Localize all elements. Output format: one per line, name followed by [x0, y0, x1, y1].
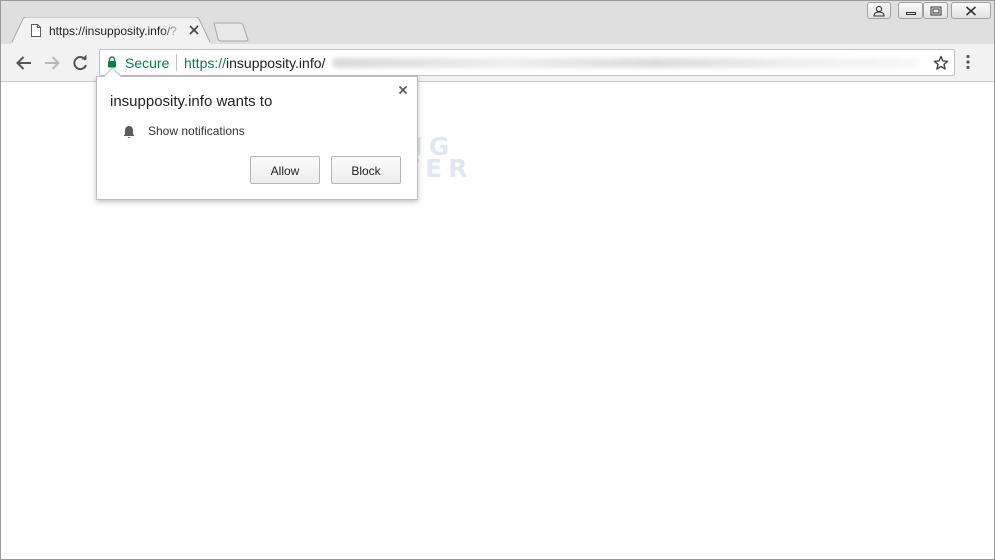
tab-close-icon[interactable] — [188, 24, 200, 36]
block-button[interactable]: Block — [331, 156, 401, 184]
close-icon — [965, 5, 977, 16]
forward-arrow-icon — [45, 56, 60, 70]
secure-label[interactable]: Secure — [125, 55, 169, 71]
restore-button[interactable] — [923, 2, 948, 19]
new-tab-icon[interactable] — [213, 22, 249, 42]
profile-button[interactable] — [867, 2, 891, 19]
omnibox-separator — [176, 54, 177, 71]
window-close-button[interactable] — [951, 2, 991, 19]
url-scheme: https:// — [184, 55, 227, 71]
bubble-heading: insupposity.info wants to — [110, 93, 273, 110]
tab-strip: https://insupposity.info/? — [1, 1, 994, 44]
forward-button[interactable] — [41, 52, 63, 74]
tab-title-fade — [161, 22, 183, 40]
browser-tab[interactable]: https://insupposity.info/? — [11, 17, 211, 44]
allow-button[interactable]: Allow — [250, 156, 320, 184]
permission-label: Show notifications — [148, 124, 245, 138]
bell-icon — [123, 126, 135, 139]
blurred-url-path — [332, 58, 920, 68]
page-icon — [31, 24, 41, 37]
notification-permission-bubble: insupposity.info wants to Show notificat… — [96, 67, 418, 200]
more-vert-icon[interactable] — [965, 54, 971, 70]
reload-icon — [73, 54, 87, 71]
browser-window: https://insupposity.info/? Secure https:… — [0, 0, 995, 560]
back-button[interactable] — [13, 52, 35, 74]
user-icon — [873, 5, 885, 16]
restore-icon — [930, 6, 941, 15]
back-arrow-icon — [16, 56, 31, 70]
star-icon[interactable] — [933, 55, 949, 71]
url-host: insupposity.info/ — [226, 55, 326, 71]
omnibox[interactable]: Secure https://insupposity.info/ — [99, 49, 955, 76]
reload-button[interactable] — [69, 52, 91, 74]
minimize-icon — [905, 11, 916, 15]
bubble-close-icon[interactable] — [397, 84, 409, 96]
minimize-button[interactable] — [898, 2, 923, 19]
url-text[interactable]: https://insupposity.info/ — [184, 55, 325, 71]
